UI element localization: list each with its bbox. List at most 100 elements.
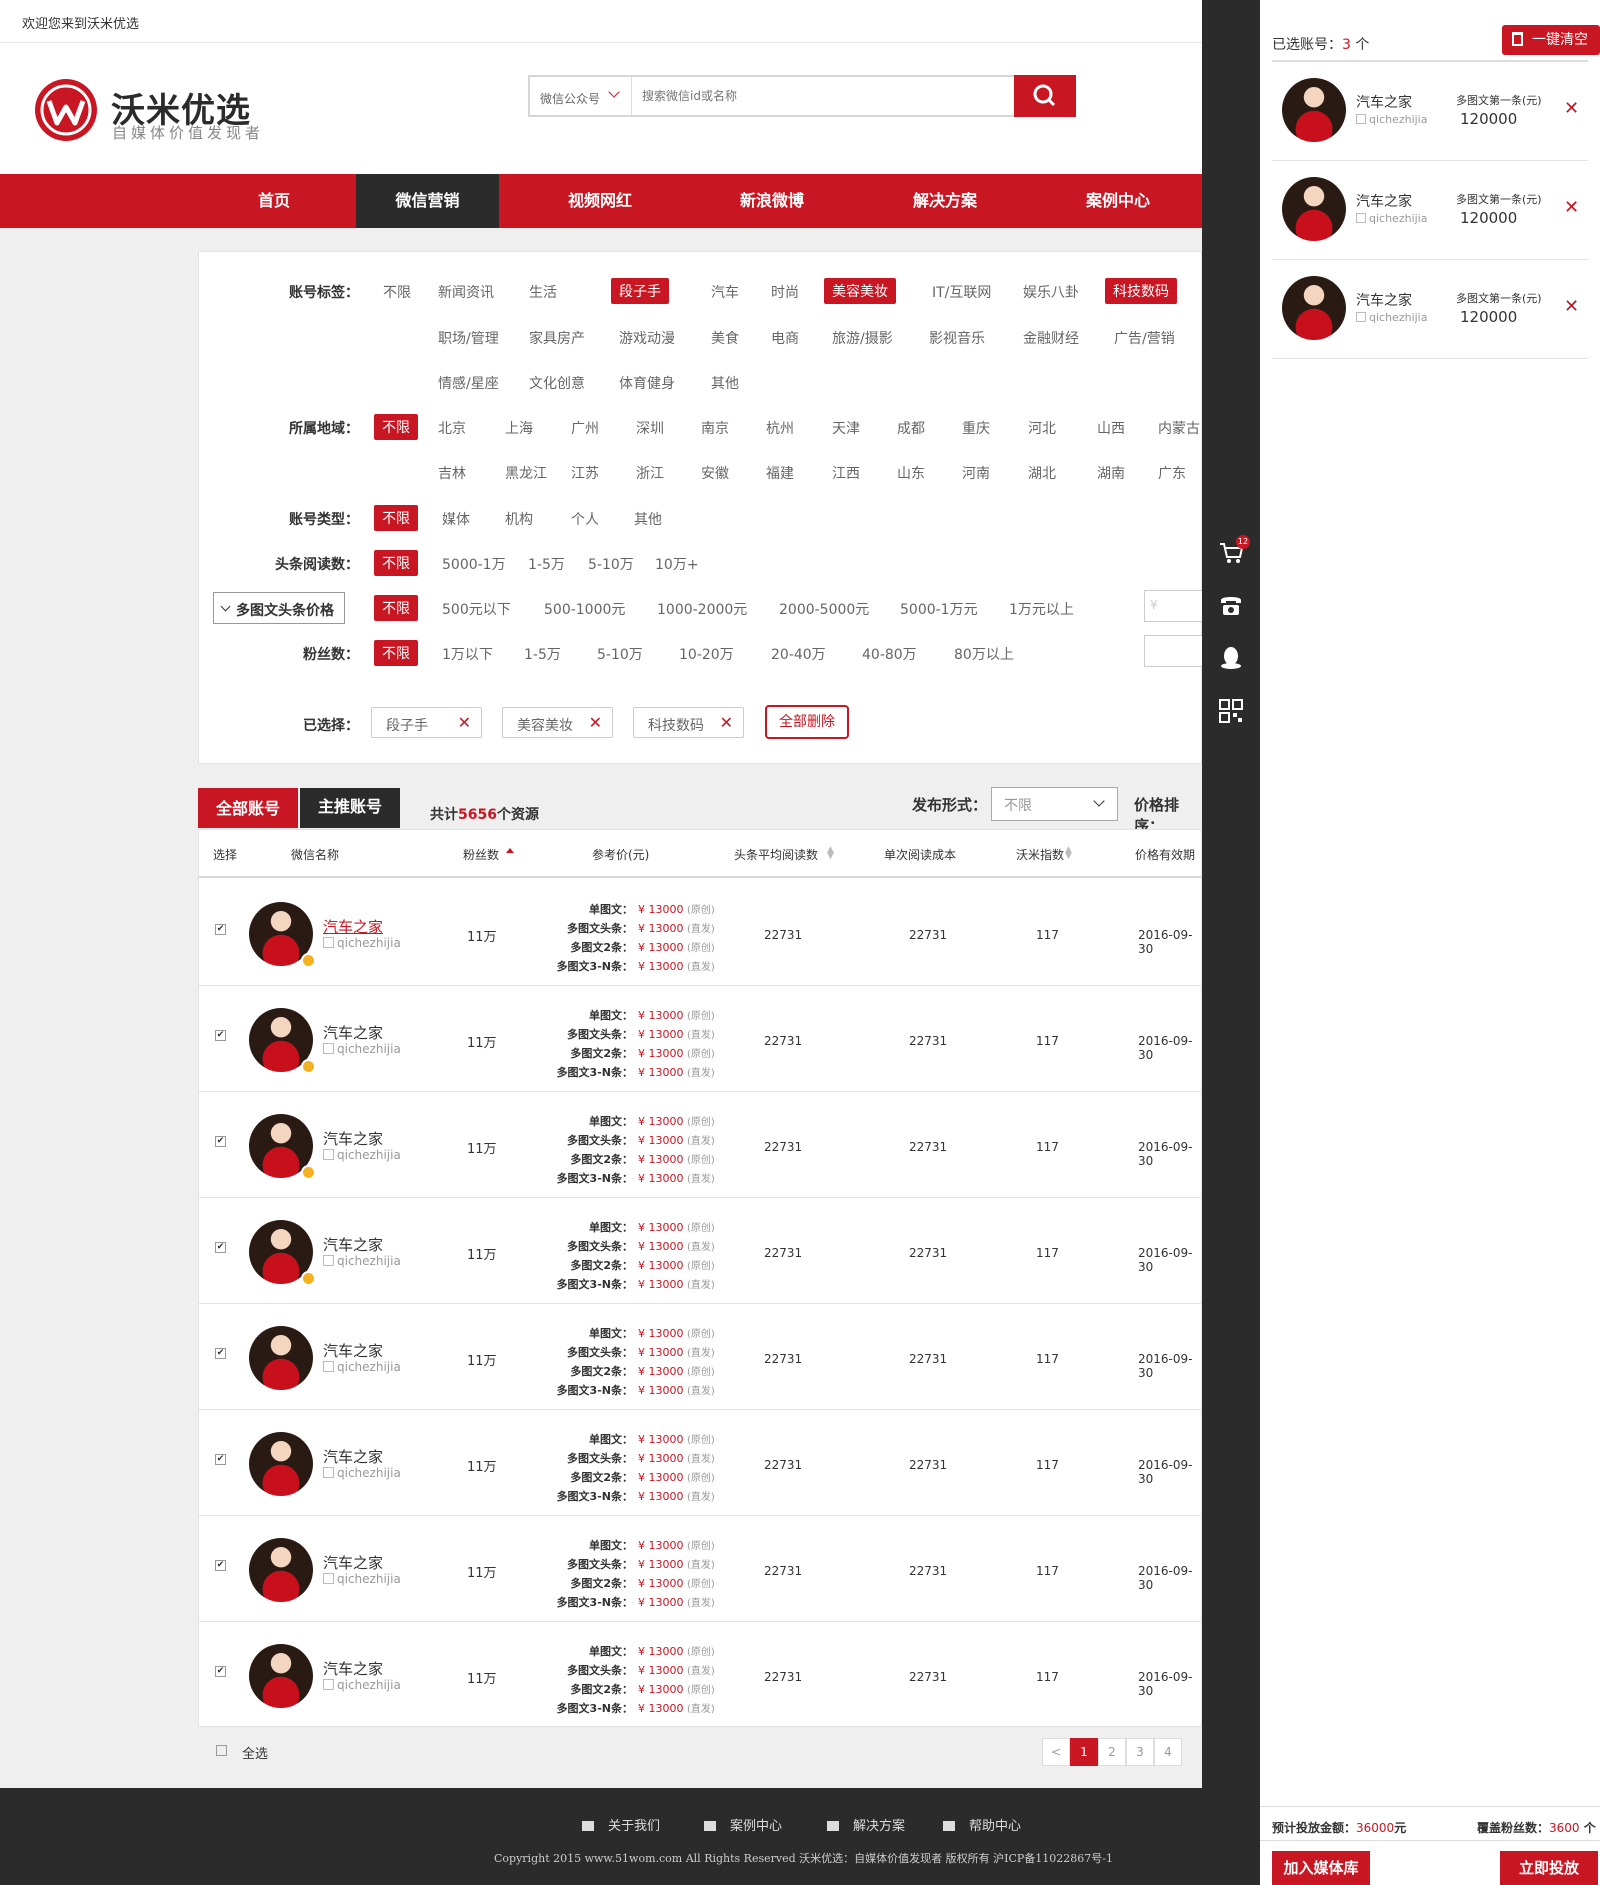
- tag-option[interactable]: 不限: [383, 282, 411, 302]
- tab-main-accounts[interactable]: 主推账号: [300, 788, 400, 828]
- nav-item-solution[interactable]: 解决方案: [898, 174, 992, 228]
- select-all[interactable]: 全选: [216, 1743, 268, 1762]
- footer-link-help[interactable]: 帮助中心: [943, 1815, 1021, 1834]
- account-name-link[interactable]: 汽车之家: [323, 1552, 383, 1573]
- region-option[interactable]: 不限: [374, 414, 418, 440]
- price-type-dropdown[interactable]: 多图文头条价格: [213, 592, 345, 624]
- reads-option[interactable]: 5-10万: [588, 554, 634, 574]
- fans-option[interactable]: 10-20万: [679, 644, 734, 664]
- nav-item-wechat[interactable]: 微信营销: [356, 174, 499, 228]
- fans-option[interactable]: 1-5万: [524, 644, 561, 664]
- fans-option[interactable]: 40-80万: [862, 644, 917, 664]
- account-name-link[interactable]: 汽车之家: [323, 1446, 383, 1467]
- region-option[interactable]: 山西: [1097, 418, 1125, 438]
- region-option[interactable]: 南京: [701, 418, 729, 438]
- region-option[interactable]: 福建: [766, 463, 794, 483]
- price-option[interactable]: 1000-2000元: [657, 599, 747, 619]
- price-option[interactable]: 500-1000元: [544, 599, 625, 619]
- tab-all-accounts[interactable]: 全部账号: [198, 788, 298, 828]
- region-option[interactable]: 内蒙古: [1158, 418, 1200, 438]
- fans-option[interactable]: 5-10万: [597, 644, 643, 664]
- close-icon[interactable]: ✕: [1564, 197, 1579, 218]
- reads-option[interactable]: 1-5万: [528, 554, 565, 574]
- search-button[interactable]: [1014, 75, 1076, 117]
- row-checkbox[interactable]: ✔: [215, 1560, 226, 1571]
- region-option[interactable]: 浙江: [636, 463, 664, 483]
- tag-option[interactable]: IT/互联网: [932, 282, 991, 302]
- tag-option[interactable]: 新闻资讯: [438, 282, 494, 302]
- tag-option[interactable]: 其他: [711, 373, 739, 393]
- sort-icon[interactable]: ▲ ▼: [827, 846, 835, 861]
- fans-option[interactable]: 1万以下: [442, 644, 493, 664]
- price-range-input[interactable]: ¥: [1144, 590, 1204, 622]
- type-option[interactable]: 个人: [571, 509, 599, 529]
- launch-now-button[interactable]: 立即投放: [1500, 1851, 1598, 1885]
- pub-form-select[interactable]: 不限: [991, 787, 1118, 821]
- tag-option[interactable]: 广告/营销: [1114, 328, 1175, 348]
- page-button[interactable]: 2: [1098, 1738, 1126, 1766]
- tag-option[interactable]: 旅游/摄影: [832, 328, 893, 348]
- region-option[interactable]: 湖南: [1097, 463, 1125, 483]
- account-name-link[interactable]: 汽车之家: [323, 1340, 383, 1361]
- col-index[interactable]: 沃米指数: [1016, 846, 1064, 863]
- type-option[interactable]: 机构: [505, 509, 533, 529]
- region-option[interactable]: 杭州: [766, 418, 794, 438]
- reads-option[interactable]: 10万+: [655, 554, 699, 574]
- footer-link-solution[interactable]: 解决方案: [827, 1815, 905, 1834]
- tag-option[interactable]: 生活: [529, 282, 557, 302]
- region-option[interactable]: 上海: [505, 418, 533, 438]
- tag-option[interactable]: 段子手: [611, 278, 669, 304]
- account-name-link[interactable]: 汽车之家: [323, 1022, 383, 1043]
- row-checkbox[interactable]: ✔: [215, 1666, 226, 1677]
- clear-selected-button[interactable]: 一键清空: [1502, 25, 1600, 55]
- account-name-link[interactable]: 汽车之家: [323, 1128, 383, 1149]
- row-checkbox[interactable]: ✔: [215, 1242, 226, 1253]
- tag-option[interactable]: 家具房产: [529, 328, 585, 348]
- fans-range-input[interactable]: [1144, 635, 1204, 667]
- nav-item-cases[interactable]: 案例中心: [1071, 174, 1165, 228]
- nav-item-home[interactable]: 首页: [227, 174, 321, 228]
- tag-option[interactable]: 文化创意: [529, 373, 585, 393]
- region-option[interactable]: 重庆: [962, 418, 990, 438]
- type-option[interactable]: 媒体: [442, 509, 470, 529]
- tag-option[interactable]: 职场/管理: [438, 328, 499, 348]
- price-option[interactable]: 2000-5000元: [779, 599, 869, 619]
- region-option[interactable]: 深圳: [636, 418, 664, 438]
- page-button[interactable]: 4: [1154, 1738, 1182, 1766]
- tag-option[interactable]: 汽车: [711, 282, 739, 302]
- type-option[interactable]: 不限: [374, 505, 418, 531]
- tag-option[interactable]: 体育健身: [619, 373, 675, 393]
- qrcode-icon[interactable]: [1218, 698, 1244, 724]
- fans-option[interactable]: 不限: [374, 640, 418, 666]
- tag-option[interactable]: 时尚: [771, 282, 799, 302]
- row-checkbox[interactable]: ✔: [215, 1348, 226, 1359]
- tag-option[interactable]: 游戏动漫: [619, 328, 675, 348]
- fans-option[interactable]: 80万以上: [954, 644, 1014, 664]
- region-option[interactable]: 湖北: [1028, 463, 1056, 483]
- fans-option[interactable]: 20-40万: [771, 644, 826, 664]
- row-checkbox[interactable]: ✔: [215, 924, 226, 935]
- tag-option[interactable]: 电商: [771, 328, 799, 348]
- region-option[interactable]: 天津: [832, 418, 860, 438]
- account-name-link[interactable]: 汽车之家: [323, 1234, 383, 1255]
- region-option[interactable]: 吉林: [438, 463, 466, 483]
- logo-icon[interactable]: [33, 77, 99, 143]
- nav-item-video[interactable]: 视频网红: [553, 174, 647, 228]
- reads-option[interactable]: 5000-1万: [442, 554, 506, 574]
- reads-option[interactable]: 不限: [374, 550, 418, 576]
- row-checkbox[interactable]: ✔: [215, 1030, 226, 1041]
- region-option[interactable]: 成都: [897, 418, 925, 438]
- region-option[interactable]: 黑龙江: [505, 463, 547, 483]
- footer-link-about[interactable]: 关于我们: [582, 1815, 660, 1834]
- region-option[interactable]: 河北: [1028, 418, 1056, 438]
- price-option[interactable]: 不限: [374, 595, 418, 621]
- tag-option[interactable]: 娱乐八卦: [1023, 282, 1079, 302]
- region-option[interactable]: 江苏: [571, 463, 599, 483]
- sort-icon[interactable]: ▲ ▼: [1065, 846, 1073, 861]
- qq-icon[interactable]: [1218, 645, 1244, 671]
- region-option[interactable]: 河南: [962, 463, 990, 483]
- close-icon[interactable]: ✕: [589, 713, 602, 732]
- row-checkbox[interactable]: ✔: [215, 1454, 226, 1465]
- prev-page-button[interactable]: <: [1042, 1738, 1070, 1766]
- account-name-link[interactable]: 汽车之家: [323, 916, 383, 937]
